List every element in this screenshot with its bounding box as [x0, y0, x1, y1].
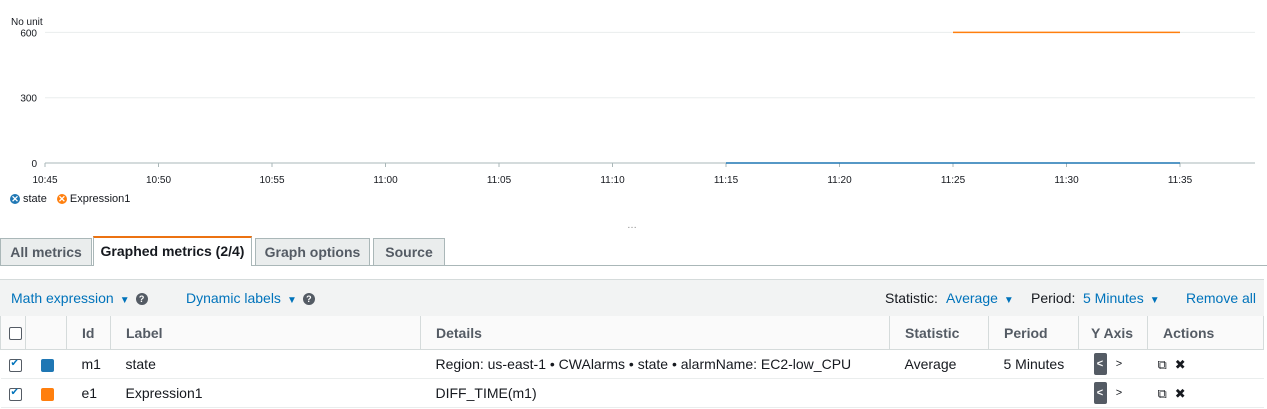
chart-grid — [45, 31, 1255, 164]
tab-all-metrics[interactable]: All metrics — [0, 238, 92, 265]
tab-graphed-metrics[interactable]: Graphed metrics (2/4) — [93, 236, 252, 266]
table-header-row: Id Label Details Statistic Period Y Axis… — [0, 316, 1264, 350]
remove-all-button[interactable]: Remove all — [1186, 280, 1256, 316]
legend-toggle-icon: ✕ — [56, 194, 67, 204]
row-y-axis: < > — [1078, 349, 1148, 379]
table-row: e1 Expression1 DIFF_TIME(m1) <> ⧉✖ — [0, 378, 1264, 408]
y-axis-left-button[interactable]: < — [1093, 382, 1107, 404]
row-period[interactable]: 5 Minutes — [988, 349, 1079, 379]
help-icon[interactable]: ? — [302, 293, 315, 306]
period-label: Period: — [1031, 290, 1076, 306]
math-expression-dropdown[interactable]: Math expression ▼? — [11, 280, 148, 316]
metrics-tabs: All metrics Graphed metrics (2/4) Graph … — [0, 236, 1267, 266]
row-select-cell — [0, 378, 26, 408]
row-statistic[interactable]: Average — [889, 349, 989, 379]
row-details: Region: us-east-1 • CWAlarms • state • a… — [420, 349, 890, 379]
statistic-value: Average — [946, 290, 998, 306]
x-tick-label: 11:05 — [487, 175, 512, 186]
chart-legend: ✕ state ✕ Expression1 — [10, 193, 130, 205]
row-id[interactable]: e1 — [66, 378, 111, 408]
row-color-cell — [25, 378, 67, 408]
row-color-cell — [25, 349, 67, 379]
chevron-down-icon: ▼ — [1003, 295, 1014, 306]
color-column-header — [25, 316, 67, 350]
column-header-label[interactable]: Label — [110, 316, 421, 350]
row-label[interactable]: state — [110, 349, 421, 379]
column-header-actions[interactable]: Actions — [1147, 316, 1264, 350]
table-row: m1 state Region: us-east-1 • CWAlarms • … — [0, 349, 1264, 379]
color-swatch[interactable] — [40, 387, 54, 401]
x-tick-label: 11:15 — [714, 175, 739, 186]
x-tick-label: 11:00 — [373, 175, 398, 186]
x-tick-label: 10:50 — [146, 175, 171, 186]
resize-handle[interactable]: … — [627, 220, 637, 231]
help-icon[interactable]: ? — [135, 293, 148, 306]
legend-label: state — [23, 193, 47, 205]
y-tick-label: 300 — [20, 94, 37, 105]
duplicate-icon[interactable]: ⧉ — [1158, 357, 1167, 373]
x-tick-label: 11:35 — [1168, 175, 1193, 186]
column-header-period[interactable]: Period — [988, 316, 1079, 350]
row-checkbox[interactable] — [8, 358, 22, 372]
tab-source[interactable]: Source — [373, 238, 445, 265]
x-tick-label: 11:20 — [827, 175, 852, 186]
y-axis-left-button[interactable]: < — [1093, 353, 1107, 375]
x-tick-label: 10:45 — [32, 175, 57, 186]
select-all-checkbox[interactable] — [9, 327, 22, 341]
color-swatch[interactable] — [40, 358, 54, 372]
x-tick-label: 10:55 — [259, 175, 284, 186]
remove-icon[interactable]: ✖ — [1175, 357, 1186, 373]
metrics-line-chart: No unit 0 300 600 10:45 10:50 10:55 11:00 11:0… — [11, 17, 1255, 186]
row-select-cell — [0, 349, 26, 379]
x-tick-label: 11:25 — [941, 175, 966, 186]
row-details[interactable]: DIFF_TIME(m1) — [420, 378, 890, 408]
select-all-cell — [0, 316, 26, 350]
column-header-details[interactable]: Details — [420, 316, 890, 350]
statistic-dropdown[interactable]: Average ▼ — [946, 280, 1014, 316]
tab-graph-options[interactable]: Graph options — [255, 238, 370, 265]
dynamic-labels-dropdown[interactable]: Dynamic labels ▼? — [186, 280, 315, 316]
row-actions: ⧉ ✖ — [1147, 378, 1264, 408]
y-axis-unit-label: No unit — [11, 17, 43, 28]
row-statistic — [889, 378, 989, 408]
graphed-metrics-table: Id Label Details Statistic Period Y Axis… — [0, 316, 1264, 408]
row-period — [988, 378, 1079, 408]
x-axis-ticks: 10:45 10:50 10:55 11:00 11:05 11:10 11:15 11:20… — [32, 163, 1193, 186]
legend-label: Expression1 — [69, 193, 131, 205]
y-axis-right-button[interactable]: > — [1113, 387, 1126, 399]
legend-item-expression1[interactable]: ✕ Expression1 — [56, 193, 131, 205]
row-y-axis: < > — [1078, 378, 1148, 408]
row-actions: ⧉ ✖ — [1147, 349, 1264, 379]
chevron-down-icon: ▼ — [119, 295, 130, 306]
column-header-y-axis[interactable]: Y Axis — [1078, 316, 1148, 350]
y-tick-label: 0 — [31, 159, 37, 170]
period-value: 5 Minutes — [1083, 290, 1144, 306]
row-id[interactable]: m1 — [66, 349, 111, 379]
period-dropdown[interactable]: 5 Minutes ▼ — [1083, 280, 1160, 316]
math-expression-label: Math expression — [11, 290, 114, 306]
duplicate-icon[interactable]: ⧉ — [1158, 386, 1167, 402]
x-tick-label: 11:10 — [600, 175, 625, 186]
metrics-toolbar: Math expression ▼? Dynamic labels ▼? Stati… — [0, 279, 1264, 317]
y-axis-ticks: 0 300 600 — [20, 28, 37, 170]
y-axis-right-button[interactable]: > — [1113, 358, 1126, 370]
remove-icon[interactable]: ✖ — [1175, 386, 1186, 402]
column-header-id[interactable]: Id — [66, 316, 111, 350]
row-checkbox[interactable] — [8, 387, 22, 401]
row-label[interactable]: Expression1 — [110, 378, 421, 408]
legend-item-state[interactable]: ✕ state — [10, 193, 47, 205]
statistic-label: Statistic: — [885, 290, 938, 306]
y-tick-label: 600 — [20, 28, 37, 39]
x-tick-label: 11:30 — [1054, 175, 1079, 186]
column-header-statistic[interactable]: Statistic — [889, 316, 989, 350]
legend-toggle-icon: ✕ — [10, 194, 20, 204]
chevron-down-icon: ▼ — [286, 295, 297, 306]
chevron-down-icon: ▼ — [1149, 295, 1160, 306]
dynamic-labels-label: Dynamic labels — [186, 290, 281, 306]
